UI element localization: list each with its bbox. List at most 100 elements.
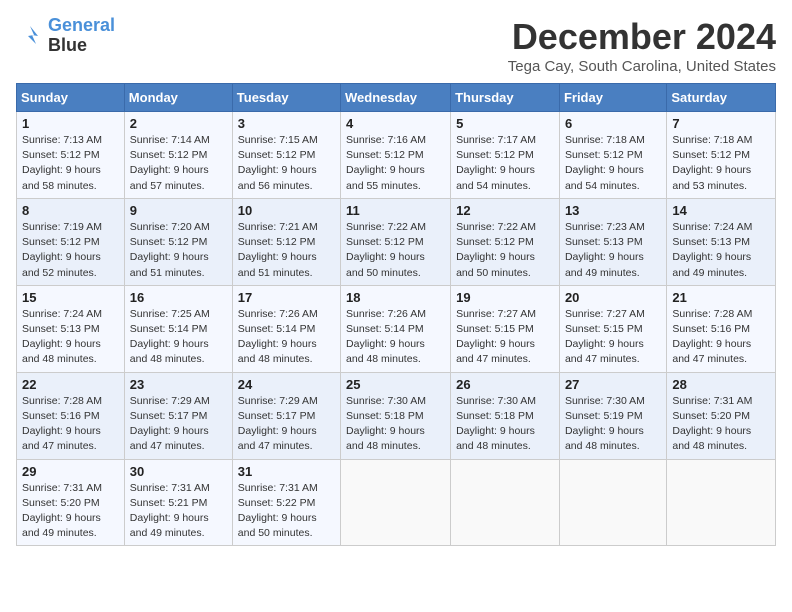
day-info: Sunrise: 7:25 AM Sunset: 5:14 PM Dayligh… xyxy=(130,307,227,368)
calendar-cell: 26Sunrise: 7:30 AM Sunset: 5:18 PM Dayli… xyxy=(451,372,560,459)
day-info: Sunrise: 7:21 AM Sunset: 5:12 PM Dayligh… xyxy=(238,220,335,281)
day-number: 31 xyxy=(238,464,335,479)
calendar-header-sunday: Sunday xyxy=(17,84,125,112)
calendar-cell: 8 Sunrise: 7:19 AM Sunset: 5:12 PM Daylig… xyxy=(17,198,125,285)
day-info: Sunrise: 7:13 AM Sunset: 5:12 PM Dayligh… xyxy=(22,133,119,194)
calendar-week-row: 8 Sunrise: 7:19 AM Sunset: 5:12 PM Daylig… xyxy=(17,198,776,285)
day-number: 2 xyxy=(130,116,227,131)
day-info: Sunrise: 7:18 AM Sunset: 5:12 PM Dayligh… xyxy=(565,133,661,194)
calendar-body: 1 Sunrise: 7:13 AM Sunset: 5:12 PM Daylig… xyxy=(17,112,776,546)
calendar-cell: 29 Sunrise: 7:31 AM Sunset: 5:20 PM Dayli… xyxy=(17,459,125,546)
day-info: Sunrise: 7:31 AM Sunset: 5:21 PM Dayligh… xyxy=(130,481,227,542)
day-number: 13 xyxy=(565,203,661,218)
day-number: 24 xyxy=(238,377,335,392)
day-info: Sunrise: 7:31 AM Sunset: 5:22 PM Dayligh… xyxy=(238,481,335,542)
calendar-cell: 27 Sunrise: 7:30 AM Sunset: 5:19 PM Dayli… xyxy=(559,372,666,459)
day-number: 26 xyxy=(456,377,554,392)
day-number: 7 xyxy=(672,116,770,131)
day-number: 16 xyxy=(130,290,227,305)
calendar-cell: 1 Sunrise: 7:13 AM Sunset: 5:12 PM Daylig… xyxy=(17,112,125,199)
day-number: 11 xyxy=(346,203,445,218)
day-info: Sunrise: 7:23 AM Sunset: 5:13 PM Dayligh… xyxy=(565,220,661,281)
day-number: 21 xyxy=(672,290,770,305)
day-info: Sunrise: 7:14 AM Sunset: 5:12 PM Dayligh… xyxy=(130,133,227,194)
day-number: 18 xyxy=(346,290,445,305)
day-number: 30 xyxy=(130,464,227,479)
calendar-week-row: 22Sunrise: 7:28 AM Sunset: 5:16 PM Dayli… xyxy=(17,372,776,459)
day-info: Sunrise: 7:22 AM Sunset: 5:12 PM Dayligh… xyxy=(456,220,554,281)
calendar-cell: 16 Sunrise: 7:25 AM Sunset: 5:14 PM Dayli… xyxy=(124,285,232,372)
calendar-cell: 17Sunrise: 7:26 AM Sunset: 5:14 PM Dayli… xyxy=(232,285,340,372)
calendar-cell: 4 Sunrise: 7:16 AM Sunset: 5:12 PM Daylig… xyxy=(341,112,451,199)
calendar-cell: 14 Sunrise: 7:24 AM Sunset: 5:13 PM Dayli… xyxy=(667,198,776,285)
day-number: 4 xyxy=(346,116,445,131)
logo-text: GeneralBlue xyxy=(48,16,115,56)
day-info: Sunrise: 7:29 AM Sunset: 5:17 PM Dayligh… xyxy=(130,394,227,455)
calendar-header-saturday: Saturday xyxy=(667,84,776,112)
day-info: Sunrise: 7:27 AM Sunset: 5:15 PM Dayligh… xyxy=(456,307,554,368)
calendar-cell: 24Sunrise: 7:29 AM Sunset: 5:17 PM Dayli… xyxy=(232,372,340,459)
calendar-cell: 15 Sunrise: 7:24 AM Sunset: 5:13 PM Dayli… xyxy=(17,285,125,372)
day-info: Sunrise: 7:31 AM Sunset: 5:20 PM Dayligh… xyxy=(22,481,119,542)
logo-icon xyxy=(16,22,44,50)
calendar-header-tuesday: Tuesday xyxy=(232,84,340,112)
calendar-cell: 3Sunrise: 7:15 AM Sunset: 5:12 PM Daylig… xyxy=(232,112,340,199)
calendar-cell: 28 Sunrise: 7:31 AM Sunset: 5:20 PM Dayli… xyxy=(667,372,776,459)
calendar-cell: 19 Sunrise: 7:27 AM Sunset: 5:15 PM Dayli… xyxy=(451,285,560,372)
day-number: 6 xyxy=(565,116,661,131)
calendar-week-row: 29 Sunrise: 7:31 AM Sunset: 5:20 PM Dayli… xyxy=(17,459,776,546)
calendar-cell: 6 Sunrise: 7:18 AM Sunset: 5:12 PM Daylig… xyxy=(559,112,666,199)
calendar-cell: 30 Sunrise: 7:31 AM Sunset: 5:21 PM Dayli… xyxy=(124,459,232,546)
day-number: 19 xyxy=(456,290,554,305)
calendar-cell: 12 Sunrise: 7:22 AM Sunset: 5:12 PM Dayli… xyxy=(451,198,560,285)
calendar-table: SundayMondayTuesdayWednesdayThursdayFrid… xyxy=(16,83,776,546)
day-info: Sunrise: 7:28 AM Sunset: 5:16 PM Dayligh… xyxy=(22,394,119,455)
day-info: Sunrise: 7:28 AM Sunset: 5:16 PM Dayligh… xyxy=(672,307,770,368)
calendar-cell: 9 Sunrise: 7:20 AM Sunset: 5:12 PM Daylig… xyxy=(124,198,232,285)
calendar-cell: 31 Sunrise: 7:31 AM Sunset: 5:22 PM Dayli… xyxy=(232,459,340,546)
calendar-header-friday: Friday xyxy=(559,84,666,112)
day-number: 14 xyxy=(672,203,770,218)
day-number: 25 xyxy=(346,377,445,392)
day-number: 28 xyxy=(672,377,770,392)
calendar-cell: 25Sunrise: 7:30 AM Sunset: 5:18 PM Dayli… xyxy=(341,372,451,459)
title-area: December 2024 Tega Cay, South Carolina, … xyxy=(508,16,776,75)
day-number: 8 xyxy=(22,203,119,218)
calendar-header-wednesday: Wednesday xyxy=(341,84,451,112)
day-info: Sunrise: 7:30 AM Sunset: 5:19 PM Dayligh… xyxy=(565,394,661,455)
header: GeneralBlue December 2024 Tega Cay, Sout… xyxy=(16,16,776,75)
day-info: Sunrise: 7:24 AM Sunset: 5:13 PM Dayligh… xyxy=(22,307,119,368)
subtitle: Tega Cay, South Carolina, United States xyxy=(508,58,776,75)
day-info: Sunrise: 7:17 AM Sunset: 5:12 PM Dayligh… xyxy=(456,133,554,194)
day-info: Sunrise: 7:27 AM Sunset: 5:15 PM Dayligh… xyxy=(565,307,661,368)
day-number: 17 xyxy=(238,290,335,305)
day-number: 15 xyxy=(22,290,119,305)
day-number: 23 xyxy=(130,377,227,392)
day-info: Sunrise: 7:26 AM Sunset: 5:14 PM Dayligh… xyxy=(346,307,445,368)
day-info: Sunrise: 7:18 AM Sunset: 5:12 PM Dayligh… xyxy=(672,133,770,194)
calendar-cell: 20 Sunrise: 7:27 AM Sunset: 5:15 PM Dayli… xyxy=(559,285,666,372)
day-number: 9 xyxy=(130,203,227,218)
logo: GeneralBlue xyxy=(16,16,115,56)
day-number: 27 xyxy=(565,377,661,392)
calendar-cell: 2 Sunrise: 7:14 AM Sunset: 5:12 PM Daylig… xyxy=(124,112,232,199)
calendar-header-monday: Monday xyxy=(124,84,232,112)
calendar-cell: 10 Sunrise: 7:21 AM Sunset: 5:12 PM Dayli… xyxy=(232,198,340,285)
day-number: 1 xyxy=(22,116,119,131)
calendar-cell: 13 Sunrise: 7:23 AM Sunset: 5:13 PM Dayli… xyxy=(559,198,666,285)
calendar-cell: 7 Sunrise: 7:18 AM Sunset: 5:12 PM Daylig… xyxy=(667,112,776,199)
day-number: 20 xyxy=(565,290,661,305)
day-number: 12 xyxy=(456,203,554,218)
calendar-header-thursday: Thursday xyxy=(451,84,560,112)
day-info: Sunrise: 7:19 AM Sunset: 5:12 PM Dayligh… xyxy=(22,220,119,281)
day-info: Sunrise: 7:31 AM Sunset: 5:20 PM Dayligh… xyxy=(672,394,770,455)
day-number: 10 xyxy=(238,203,335,218)
day-info: Sunrise: 7:16 AM Sunset: 5:12 PM Dayligh… xyxy=(346,133,445,194)
calendar-cell: 22Sunrise: 7:28 AM Sunset: 5:16 PM Dayli… xyxy=(17,372,125,459)
day-info: Sunrise: 7:24 AM Sunset: 5:13 PM Dayligh… xyxy=(672,220,770,281)
day-number: 29 xyxy=(22,464,119,479)
calendar-cell xyxy=(667,459,776,546)
calendar-week-row: 15 Sunrise: 7:24 AM Sunset: 5:13 PM Dayli… xyxy=(17,285,776,372)
day-info: Sunrise: 7:20 AM Sunset: 5:12 PM Dayligh… xyxy=(130,220,227,281)
calendar-cell xyxy=(559,459,666,546)
